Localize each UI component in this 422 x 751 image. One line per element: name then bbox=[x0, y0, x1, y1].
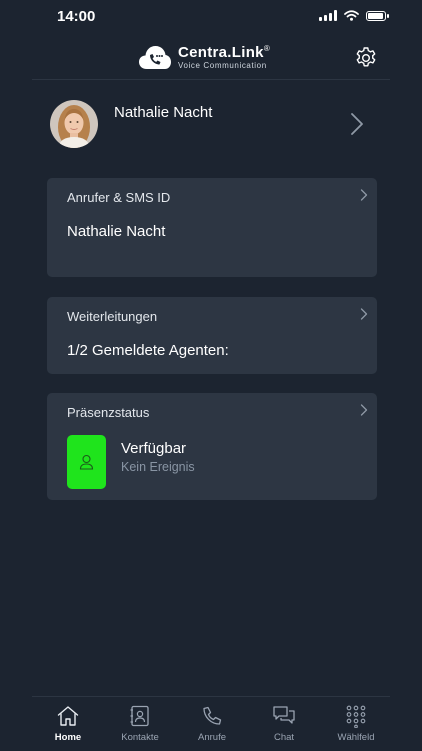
avatar bbox=[50, 100, 98, 148]
tab-label: Home bbox=[54, 732, 82, 743]
profile-name: Nathalie Nacht bbox=[114, 104, 213, 121]
signal-icon bbox=[319, 10, 337, 21]
chevron-right-icon bbox=[351, 113, 363, 135]
caller-id-value: Nathalie Nacht bbox=[67, 223, 166, 240]
app-logo: Centra.Link® Voice Communication bbox=[138, 44, 270, 70]
battery-icon bbox=[366, 10, 389, 21]
tab-label: Wählfeld bbox=[337, 732, 375, 743]
phone-icon bbox=[203, 706, 222, 725]
status-icons bbox=[319, 10, 389, 21]
tab-label: Kontakte bbox=[121, 732, 159, 743]
presence-status-indicator bbox=[67, 435, 106, 489]
tab-calls[interactable]: Anrufe bbox=[176, 697, 248, 751]
status-time: 14:00 bbox=[57, 8, 96, 25]
home-icon bbox=[57, 706, 79, 726]
contacts-icon bbox=[130, 705, 149, 727]
tab-label: Anrufe bbox=[198, 732, 226, 743]
status-bar: 14:00 bbox=[0, 0, 422, 36]
presence-card[interactable]: Präsenzstatus Verfügbar Kein Ereignis bbox=[47, 393, 377, 500]
forwarding-card[interactable]: Weiterleitungen 1/2 Gemeldete Agenten: bbox=[47, 297, 377, 374]
caller-id-card[interactable]: Anrufer & SMS ID Nathalie Nacht bbox=[47, 178, 377, 277]
dialpad-icon bbox=[346, 705, 366, 728]
chevron-right-icon bbox=[360, 404, 368, 416]
brand-name: Centra.Link® bbox=[178, 43, 271, 61]
presence-title: Präsenzstatus bbox=[67, 405, 150, 420]
app-header: Centra.Link® Voice Communication bbox=[0, 40, 422, 80]
tab-home[interactable]: Home bbox=[32, 697, 104, 751]
person-icon bbox=[79, 454, 94, 470]
chevron-right-icon bbox=[360, 308, 368, 320]
forwarding-title: Weiterleitungen bbox=[67, 309, 158, 324]
brand-tagline: Voice Communication bbox=[178, 60, 267, 70]
wifi-icon bbox=[344, 10, 359, 21]
profile-row[interactable]: Nathalie Nacht bbox=[30, 92, 392, 158]
presence-event: Kein Ereignis bbox=[121, 460, 195, 474]
chevron-right-icon bbox=[360, 189, 368, 201]
tab-chat[interactable]: Chat bbox=[248, 697, 320, 751]
tab-bar: Home Kontakte Anrufe Chat Wählfeld bbox=[32, 696, 390, 751]
gear-icon[interactable] bbox=[354, 46, 378, 70]
tab-dialpad[interactable]: Wählfeld bbox=[320, 697, 392, 751]
tab-contacts[interactable]: Kontakte bbox=[104, 697, 176, 751]
caller-id-title: Anrufer & SMS ID bbox=[67, 190, 171, 205]
chat-icon bbox=[273, 706, 295, 724]
forwarding-value: 1/2 Gemeldete Agenten: bbox=[67, 342, 229, 359]
cloud-phone-icon bbox=[139, 46, 171, 69]
header-divider bbox=[32, 79, 390, 80]
tab-label: Chat bbox=[273, 732, 295, 743]
presence-status: Verfügbar bbox=[121, 440, 187, 457]
